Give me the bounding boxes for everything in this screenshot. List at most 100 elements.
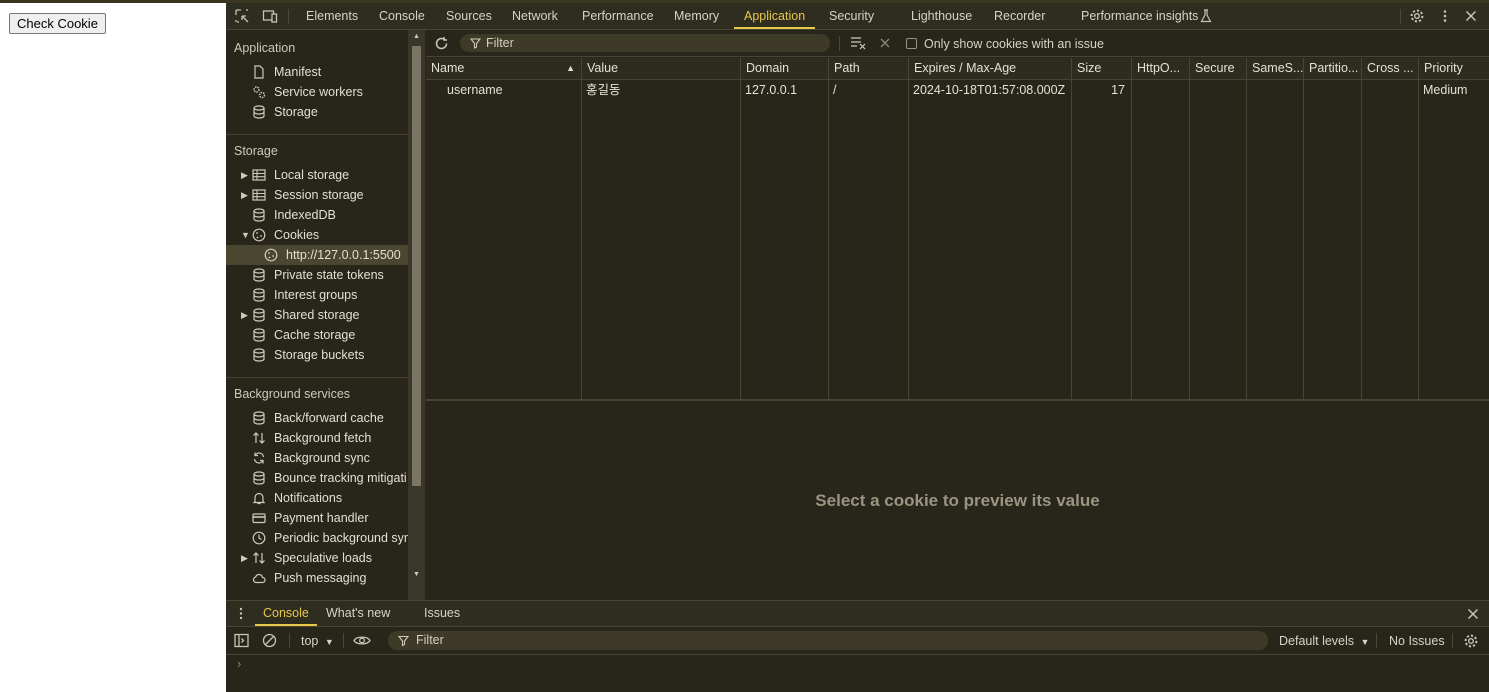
tab-performance[interactable]: Performance <box>582 3 654 29</box>
tab-lighthouse[interactable]: Lighthouse <box>911 3 972 29</box>
column-header-priority[interactable]: Priority <box>1418 58 1489 79</box>
tab-recorder[interactable]: Recorder <box>994 3 1045 29</box>
tab-performance-insights[interactable]: Performance insights <box>1081 3 1198 29</box>
sidebar-item-interest-groups[interactable]: Interest groups <box>226 285 408 305</box>
device-toolbar-icon[interactable] <box>262 8 278 24</box>
console-filter-input[interactable]: Filter <box>388 631 1268 650</box>
issues-counter[interactable]: No Issues <box>1389 634 1445 648</box>
sidebar-item-label: Storage buckets <box>274 348 365 362</box>
sidebar-item-label: Bounce tracking mitigati <box>274 471 407 485</box>
column-header-samesite[interactable]: SameS... <box>1246 58 1303 79</box>
clear-filtered-icon[interactable] <box>850 36 866 50</box>
database-icon <box>252 471 266 485</box>
sidebar-item-periodic-sync[interactable]: Periodic background syn <box>226 528 408 548</box>
up-down-arrows-icon <box>252 431 266 445</box>
column-header-partition[interactable]: Partitio... <box>1303 58 1361 79</box>
expand-arrow-icon[interactable]: ▶ <box>241 548 248 568</box>
sidebar-item-cookies[interactable]: ▼ Cookies <box>226 225 408 245</box>
console-prompt-chevron[interactable]: › <box>237 656 241 671</box>
sidebar-item-cookie-origin[interactable]: http://127.0.0.1:5500 <box>226 245 408 265</box>
database-icon <box>252 288 266 302</box>
column-header-name[interactable]: Name ▲ <box>426 58 581 79</box>
close-devtools-icon[interactable] <box>1463 8 1479 24</box>
context-selector[interactable]: top ▼ <box>301 634 334 648</box>
delete-selected-icon[interactable] <box>879 37 891 49</box>
vertical-scroll-thumb[interactable] <box>412 46 421 486</box>
sidebar-item-indexeddb[interactable]: IndexedDB <box>226 205 408 225</box>
drawer-tab-console[interactable]: Console <box>255 601 317 626</box>
drawer-tab-issues[interactable]: Issues <box>424 601 460 626</box>
filter-placeholder: Filter <box>416 633 444 647</box>
refresh-icon[interactable] <box>434 36 449 51</box>
collapse-arrow-icon[interactable]: ▼ <box>241 225 250 245</box>
sidebar-item-service-workers[interactable]: Service workers <box>226 82 408 102</box>
tab-network[interactable]: Network <box>512 3 558 29</box>
sidebar-item-push-messaging[interactable]: Push messaging <box>226 568 408 588</box>
log-levels-dropdown[interactable]: Default levels ▼ <box>1279 634 1369 648</box>
sidebar-item-bounce-tracking[interactable]: Bounce tracking mitigati <box>226 468 408 488</box>
column-header-domain[interactable]: Domain <box>740 58 828 79</box>
sidebar-item-label: Service workers <box>274 85 363 99</box>
sidebar-item-label: Local storage <box>274 168 350 182</box>
column-header-size[interactable]: Size <box>1071 58 1131 79</box>
sidebar-item-manifest[interactable]: Manifest <box>226 62 408 82</box>
sidebar-item-notifications[interactable]: Notifications <box>226 488 408 508</box>
tab-memory[interactable]: Memory <box>674 3 719 29</box>
sidebar-item-label: Speculative loads <box>274 551 372 565</box>
sidebar-item-private-state-tokens[interactable]: Private state tokens <box>226 265 408 285</box>
sidebar-item-shared-storage[interactable]: ▶ Shared storage <box>226 305 408 325</box>
sidebar-item-storage[interactable]: Storage <box>226 102 408 122</box>
column-header-expires[interactable]: Expires / Max-Age <box>908 58 1071 79</box>
sidebar-item-back-forward-cache[interactable]: Back/forward cache <box>226 408 408 428</box>
sidebar-vertical-scrollbar[interactable]: ▲ ▼ <box>408 30 425 600</box>
check-cookie-button[interactable]: Check Cookie <box>9 13 106 34</box>
sidebar-item-label: Payment handler <box>274 511 369 525</box>
column-header-value[interactable]: Value <box>581 58 740 79</box>
scroll-down-icon[interactable]: ▼ <box>413 571 420 578</box>
console-toolbar-divider <box>289 633 290 648</box>
console-sidebar-icon[interactable] <box>234 633 249 648</box>
sidebar-item-session-storage[interactable]: ▶ Session storage <box>226 185 408 205</box>
drawer-menu-icon[interactable] <box>235 606 247 621</box>
sidebar-item-background-sync[interactable]: Background sync <box>226 448 408 468</box>
settings-gear-icon[interactable] <box>1409 8 1425 24</box>
console-settings-gear-icon[interactable] <box>1463 633 1479 649</box>
column-header-cross-site[interactable]: Cross ... <box>1361 58 1418 79</box>
close-drawer-icon[interactable] <box>1466 607 1480 621</box>
tab-console[interactable]: Console <box>379 3 425 29</box>
cell-value: 홍길동 <box>586 83 621 97</box>
database-icon <box>252 348 266 362</box>
column-header-path[interactable]: Path <box>828 58 908 79</box>
clear-console-icon[interactable] <box>262 633 277 648</box>
tab-security[interactable]: Security <box>829 3 874 29</box>
sidebar-item-background-fetch[interactable]: Background fetch <box>226 428 408 448</box>
sidebar-item-payment-handler[interactable]: Payment handler <box>226 508 408 528</box>
only-issues-checkbox[interactable] <box>906 38 917 49</box>
tab-application[interactable]: Application <box>734 3 816 29</box>
expand-arrow-icon[interactable]: ▶ <box>241 165 248 185</box>
cookies-filter-input[interactable]: Filter <box>460 34 830 52</box>
sort-ascending-icon: ▲ <box>566 63 575 73</box>
more-options-icon[interactable] <box>1437 8 1453 24</box>
cookies-panel: Filter Only show cookies with an issue N… <box>426 30 1489 600</box>
bell-icon <box>252 491 266 505</box>
cookie-preview-pane: Select a cookie to preview its value <box>426 401 1489 600</box>
tab-elements[interactable]: Elements <box>306 3 358 29</box>
expand-arrow-icon[interactable]: ▶ <box>241 305 248 325</box>
sidebar-item-cache-storage[interactable]: Cache storage <box>226 325 408 345</box>
column-header-httponly[interactable]: HttpO... <box>1131 58 1189 79</box>
tabbar-divider-right <box>1400 9 1401 24</box>
tab-sources[interactable]: Sources <box>446 3 492 29</box>
inspect-element-icon[interactable] <box>234 8 250 24</box>
column-divider <box>828 80 829 399</box>
column-header-secure[interactable]: Secure <box>1189 58 1246 79</box>
sidebar-item-label: Notifications <box>274 491 343 505</box>
table-icon <box>252 168 266 182</box>
sidebar-item-local-storage[interactable]: ▶ Local storage <box>226 165 408 185</box>
drawer-tab-whats-new[interactable]: What's new <box>326 601 390 626</box>
sidebar-item-storage-buckets[interactable]: Storage buckets <box>226 345 408 365</box>
live-expression-eye-icon[interactable] <box>353 634 371 647</box>
scroll-up-icon[interactable]: ▲ <box>413 33 420 40</box>
expand-arrow-icon[interactable]: ▶ <box>241 185 248 205</box>
sidebar-item-speculative-loads[interactable]: ▶ Speculative loads <box>226 548 408 568</box>
